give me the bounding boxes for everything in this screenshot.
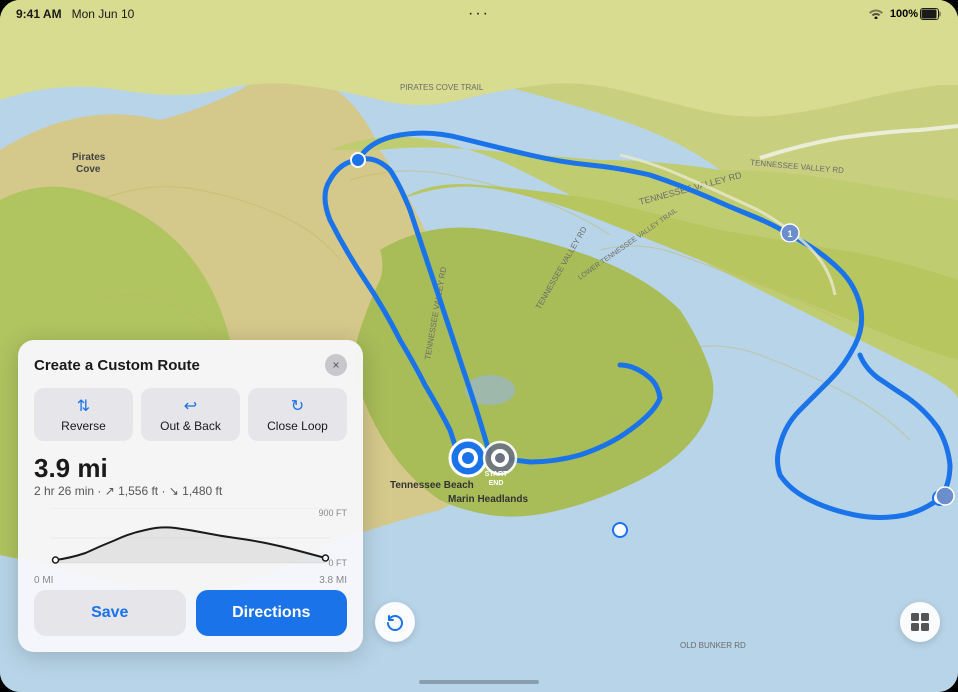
- chart-top-label: 900 FT: [318, 508, 347, 518]
- stats-detail: 2 hr 26 min · ↗ 1,556 ft · ↘ 1,480 ft: [34, 484, 347, 498]
- status-date: Mon Jun 10: [72, 7, 135, 21]
- card-title: Create a Custom Route: [34, 357, 200, 374]
- map-options-button[interactable]: [900, 602, 940, 642]
- close-button[interactable]: ×: [325, 354, 347, 376]
- chart-bottom-label: 0 FT: [318, 558, 347, 568]
- reverse-button[interactable]: ⇅ Reverse: [34, 388, 133, 441]
- card-buttons: Save Directions: [34, 590, 347, 636]
- wifi-icon: [868, 7, 884, 22]
- home-indicator: [419, 680, 539, 684]
- card-header: Create a Custom Route ×: [34, 354, 347, 376]
- status-bar: 9:41 AM Mon Jun 10 ··· 100%: [0, 0, 958, 28]
- reverse-icon: ⇅: [77, 396, 90, 416]
- battery-icon: 100%: [890, 8, 942, 20]
- distance-text: 3.9 mi: [34, 455, 347, 481]
- chart-right-labels: 900 FT 0 FT: [318, 508, 347, 568]
- chart-x-start: 0 MI: [34, 575, 53, 586]
- out-back-label: Out & Back: [160, 419, 221, 433]
- route-actions: ⇅ Reverse ↩ Out & Back ↻ Close Loop: [34, 388, 347, 441]
- svg-text:END: END: [489, 480, 504, 487]
- svg-text:1: 1: [787, 229, 792, 239]
- svg-text:Tennessee Beach: Tennessee Beach: [390, 480, 474, 491]
- out-back-icon: ↩: [184, 396, 197, 416]
- svg-text:OLD BUNKER RD: OLD BUNKER RD: [680, 641, 746, 650]
- route-card: Create a Custom Route × ⇅ Reverse ↩ Out …: [18, 340, 363, 652]
- app-container: TENNESSEE VALLEY RD TENNESSEE VALLEY RD …: [0, 0, 958, 692]
- chart-x-labels: 0 MI 3.8 MI: [34, 575, 347, 586]
- save-button[interactable]: Save: [34, 590, 186, 636]
- status-time: 9:41 AM: [16, 7, 62, 21]
- chart-x-end: 3.8 MI: [319, 575, 347, 586]
- elevation-chart-svg: [34, 508, 347, 568]
- svg-text:START: START: [485, 471, 509, 478]
- svg-text:Marin Headlands: Marin Headlands: [448, 494, 528, 505]
- loop-label: Close Loop: [267, 419, 328, 433]
- stats-section: 3.9 mi 2 hr 26 min · ↗ 1,556 ft · ↘ 1,48…: [34, 455, 347, 498]
- undo-button[interactable]: [375, 602, 415, 642]
- status-right: 100%: [868, 7, 942, 22]
- reverse-label: Reverse: [61, 419, 106, 433]
- out-and-back-button[interactable]: ↩ Out & Back: [141, 388, 240, 441]
- loop-icon: ↻: [291, 396, 304, 416]
- close-loop-button[interactable]: ↻ Close Loop: [248, 388, 347, 441]
- svg-text:PIRATES COVE TRAIL: PIRATES COVE TRAIL: [400, 83, 484, 92]
- directions-button[interactable]: Directions: [196, 590, 348, 636]
- svg-text:Pirates: Pirates: [72, 152, 106, 163]
- status-dots: ···: [468, 5, 490, 23]
- svg-text:Cove: Cove: [76, 164, 101, 175]
- elevation-chart: 900 FT 0 FT 0 MI 3.8 MI: [34, 508, 347, 578]
